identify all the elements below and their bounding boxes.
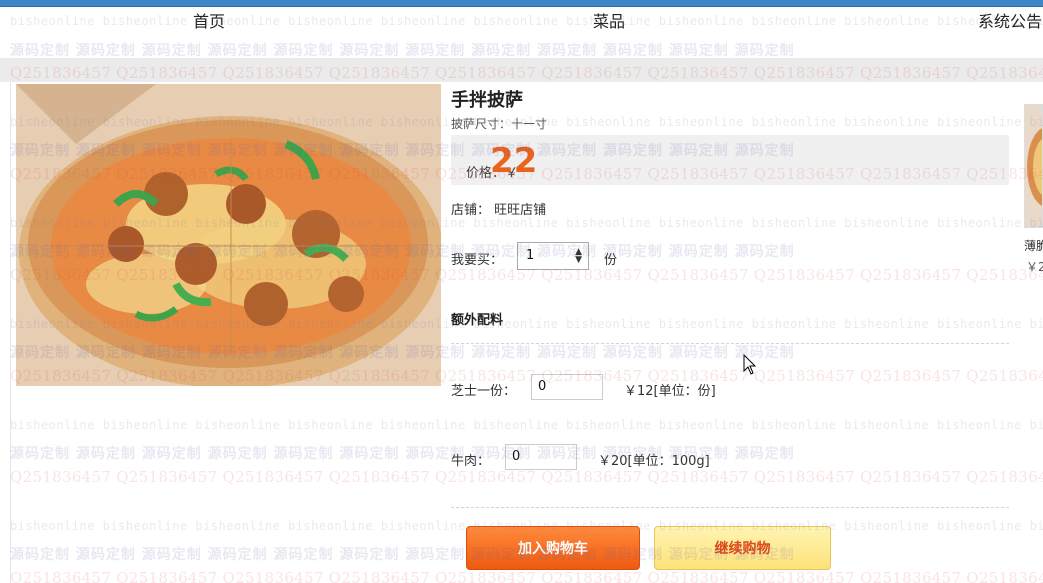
quantity-label: 我要买： bbox=[451, 253, 504, 268]
price-box: 价格：￥ 22 bbox=[451, 135, 1009, 185]
related-item-name[interactable]: 薄脆 bbox=[1024, 237, 1043, 254]
nav-item-home[interactable]: 首页 bbox=[193, 8, 225, 32]
add-to-cart-button[interactable]: 加入购物车 bbox=[466, 526, 640, 570]
continue-shopping-button[interactable]: 继续购物 bbox=[654, 526, 831, 570]
extra-beef-label: 牛肉： bbox=[451, 454, 491, 469]
left-divider bbox=[10, 82, 11, 583]
product-title: 手拌披萨 bbox=[451, 90, 523, 111]
shop-label: 店铺： bbox=[451, 203, 491, 218]
divider bbox=[451, 343, 1009, 344]
extra-beef-input[interactable]: 0 bbox=[505, 444, 577, 470]
shop-name[interactable]: 旺旺店铺 bbox=[494, 203, 546, 218]
shop-info: 店铺： 旺旺店铺 bbox=[451, 199, 546, 218]
extras-heading: 额外配料 bbox=[451, 313, 504, 328]
header-band bbox=[0, 58, 1043, 82]
product-size: 披萨尺寸：十一寸 bbox=[451, 117, 548, 131]
extra-beef-price: ￥20[单位：100g] bbox=[598, 454, 710, 469]
quantity-value: 1 bbox=[526, 248, 535, 263]
related-item-thumbnail[interactable] bbox=[1024, 104, 1043, 228]
extra-cheese-price: ￥12[单位：份] bbox=[624, 384, 716, 399]
top-navigation-bar: 首页 菜品 系统公告 bbox=[0, 0, 1043, 58]
quantity-stepper[interactable]: 1 ▲ ▼ bbox=[517, 242, 589, 270]
extra-cheese-input[interactable]: 0 bbox=[531, 374, 603, 400]
divider bbox=[451, 507, 1009, 508]
product-image bbox=[16, 84, 441, 386]
nav-item-dishes[interactable]: 菜品 bbox=[593, 8, 625, 32]
nav-item-announcements[interactable]: 系统公告 bbox=[978, 8, 1042, 32]
mouse-pointer-icon bbox=[743, 354, 757, 375]
pizza-photo bbox=[16, 84, 441, 386]
spinner-arrows-icon[interactable]: ▲ ▼ bbox=[575, 248, 582, 265]
quantity-unit: 份 bbox=[604, 253, 618, 268]
nav-accent-stripe bbox=[0, 0, 1043, 6]
extra-cheese-label: 芝士一份： bbox=[451, 384, 517, 399]
price-value: 22 bbox=[490, 141, 538, 181]
related-item-price: ￥2 bbox=[1026, 260, 1043, 274]
pizza-thumbnail-icon bbox=[1025, 105, 1042, 227]
